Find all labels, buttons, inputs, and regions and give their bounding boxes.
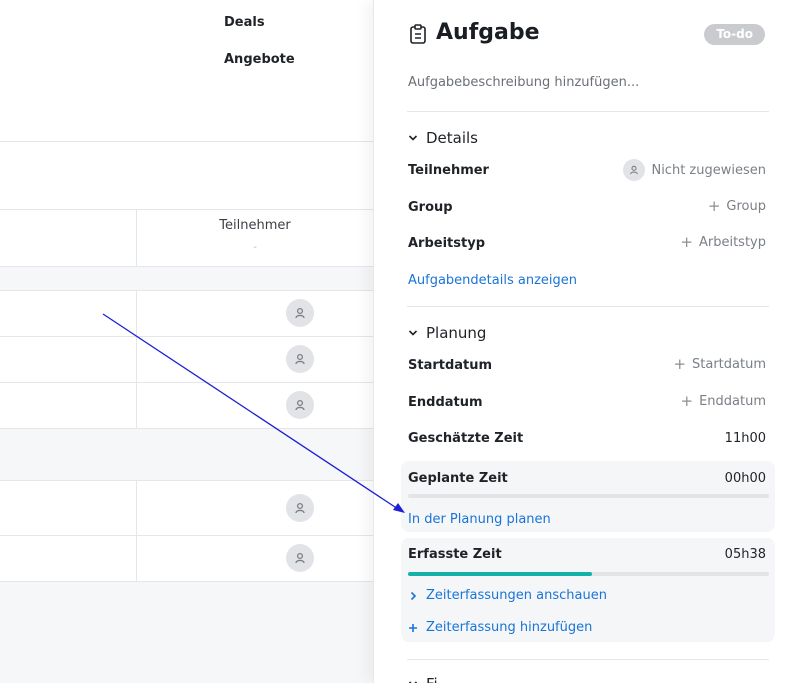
empty-area bbox=[0, 582, 373, 683]
user-icon bbox=[630, 165, 639, 175]
chevron-down-icon bbox=[408, 135, 418, 141]
background-table-view: Deals Angebote Teilnehmer - bbox=[0, 0, 373, 683]
start-date-label: Startdatum bbox=[408, 358, 493, 373]
user-icon bbox=[295, 399, 305, 411]
task-side-panel: Aufgabe To-do Aufgabebeschreibung hinzuf… bbox=[373, 0, 789, 683]
assignee-avatar[interactable] bbox=[286, 544, 314, 572]
chevron-down-icon bbox=[408, 330, 418, 336]
start-date-field[interactable]: + Startdatum bbox=[673, 355, 766, 373]
group-band bbox=[0, 429, 373, 480]
status-badge[interactable]: To-do bbox=[704, 24, 765, 45]
end-date-label: Enddatum bbox=[408, 395, 483, 410]
column-header-sub: - bbox=[253, 242, 257, 253]
avatar bbox=[623, 159, 646, 181]
assignee-avatar[interactable] bbox=[286, 494, 314, 522]
end-date-value: Enddatum bbox=[699, 394, 766, 409]
user-icon bbox=[295, 353, 305, 365]
nav-link-deals[interactable]: Deals bbox=[224, 15, 265, 30]
user-icon bbox=[295, 552, 305, 564]
user-icon bbox=[295, 502, 305, 514]
section-title: Details bbox=[426, 129, 479, 147]
logged-time-value: 05h38 bbox=[724, 547, 766, 562]
worktype-label: Arbeitstyp bbox=[408, 236, 485, 251]
participant-label: Teilnehmer bbox=[408, 163, 489, 178]
section-toggle-details[interactable]: Details bbox=[408, 129, 478, 147]
divider bbox=[407, 659, 769, 660]
show-task-details-link[interactable]: Aufgabendetails anzeigen bbox=[408, 273, 577, 288]
section-toggle-next[interactable]: Fi... bbox=[408, 675, 452, 683]
plus-icon: + bbox=[707, 197, 721, 215]
group-band bbox=[0, 266, 373, 290]
estimated-time-label: Geschätzte Zeit bbox=[408, 431, 524, 446]
chevron-right-icon bbox=[410, 591, 417, 600]
table-row-divider bbox=[0, 336, 373, 337]
planned-time-value: 00h00 bbox=[724, 471, 766, 486]
plus-icon: + bbox=[673, 355, 687, 373]
divider bbox=[0, 266, 373, 267]
table-row-divider bbox=[0, 535, 373, 536]
participant-value: Nicht zugewiesen bbox=[651, 162, 766, 178]
planned-time-label: Geplante Zeit bbox=[408, 471, 508, 486]
plus-icon bbox=[409, 623, 417, 632]
start-date-value: Startdatum bbox=[692, 357, 766, 372]
group-value: Group bbox=[726, 199, 766, 214]
worktype-value: Arbeitstyp bbox=[698, 235, 766, 250]
clipboard-icon bbox=[410, 24, 426, 44]
add-time-log-label: Zeiterfassung hinzufügen bbox=[426, 620, 593, 635]
plus-icon: + bbox=[680, 392, 694, 410]
end-date-field[interactable]: + Enddatum bbox=[680, 392, 766, 410]
worktype-field[interactable]: + Arbeitstyp bbox=[680, 233, 766, 251]
estimated-time-value[interactable]: 11h00 bbox=[725, 431, 766, 446]
assignee-avatar[interactable] bbox=[286, 391, 314, 419]
column-divider bbox=[136, 290, 137, 429]
table-row-divider bbox=[0, 382, 373, 383]
assignee-avatar[interactable] bbox=[286, 345, 314, 373]
participant-field[interactable]: Nicht zugewiesen bbox=[623, 159, 766, 181]
description-input[interactable]: Aufgabebeschreibung hinzufügen... bbox=[408, 75, 639, 90]
divider bbox=[407, 306, 769, 307]
section-title: Planung bbox=[426, 324, 487, 342]
view-time-logs-link[interactable]: Zeiterfassungen anschauen bbox=[408, 588, 607, 603]
divider bbox=[407, 111, 769, 112]
nav-link-angebote[interactable]: Angebote bbox=[224, 52, 295, 67]
view-time-logs-label: Zeiterfassungen anschauen bbox=[426, 588, 607, 603]
user-icon bbox=[295, 307, 305, 319]
section-title: Fi... bbox=[426, 675, 452, 683]
column-divider bbox=[136, 480, 137, 581]
add-time-log-link[interactable]: Zeiterfassung hinzufügen bbox=[408, 620, 592, 635]
chevron-down-icon bbox=[408, 681, 418, 683]
section-toggle-planung[interactable]: Planung bbox=[408, 324, 486, 342]
logged-progress-fill bbox=[408, 572, 593, 576]
page-title: Aufgabe bbox=[436, 20, 540, 45]
column-header-label: Teilnehmer bbox=[219, 218, 291, 233]
table-row-divider bbox=[0, 480, 373, 481]
logged-progress-bar bbox=[408, 572, 769, 576]
column-header-teilnehmer[interactable]: Teilnehmer - bbox=[137, 210, 373, 266]
divider bbox=[0, 290, 373, 291]
planned-progress-bar bbox=[408, 494, 769, 498]
logged-time-label: Erfasste Zeit bbox=[408, 547, 502, 562]
plus-icon: + bbox=[680, 233, 693, 251]
group-field[interactable]: + Group bbox=[707, 197, 766, 215]
divider bbox=[0, 141, 373, 142]
group-label: Group bbox=[408, 200, 453, 215]
assignee-avatar[interactable] bbox=[286, 299, 314, 327]
plan-in-planning-link[interactable]: In der Planung planen bbox=[408, 512, 551, 527]
